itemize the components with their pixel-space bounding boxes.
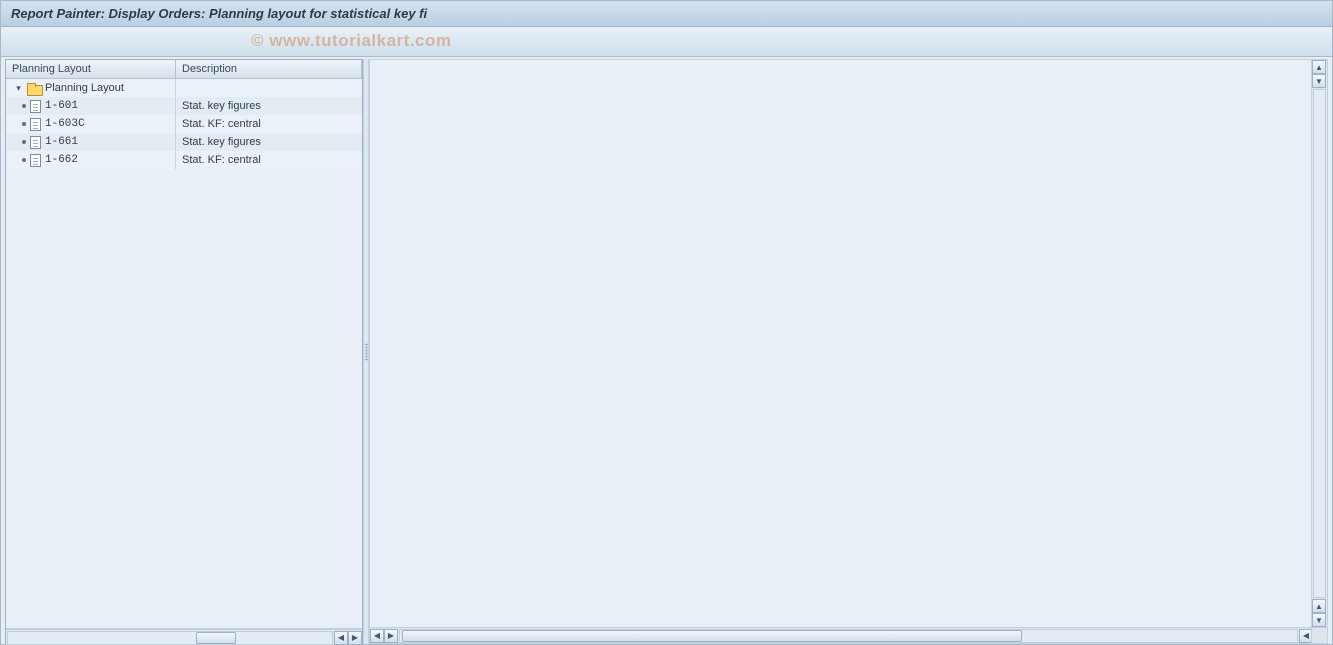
vertical-scrollbar[interactable]: ▲ ▼ ▲ ▼ [1311,60,1327,627]
splitter-grip-icon [365,343,368,361]
work-area: Planning Layout Description ▾ Planning L… [1,57,1332,644]
tree-item-desc: Stat. key figures [176,100,362,112]
scroll-left-icon[interactable]: ◀ [334,631,348,645]
tree-body: ▾ Planning Layout 1-601 Stat. key figure… [6,79,362,629]
scroll-up-icon[interactable]: ▲ [1312,599,1326,613]
tree-item-desc: Stat. key figures [176,136,362,148]
tree-col-layout[interactable]: Planning Layout [6,60,176,78]
scrollbar-thumb[interactable] [196,632,236,644]
document-icon [30,118,41,131]
tree-item-code: 1-662 [45,154,78,166]
scrollbar-track[interactable] [399,629,1298,643]
scroll-down-icon[interactable]: ▼ [1312,74,1326,88]
toolbar: © www.tutorialkart.com [1,27,1332,57]
collapse-icon[interactable]: ▾ [14,84,23,93]
scroll-down-icon[interactable]: ▼ [1312,613,1326,627]
folder-open-icon [27,83,41,94]
document-icon [30,136,41,149]
tree-item[interactable]: 1-603C Stat. KF: central [6,115,362,133]
scrollbar-track[interactable] [7,631,333,645]
scroll-right-icon[interactable]: ▶ [384,629,398,643]
tree-panel: Planning Layout Description ▾ Planning L… [5,59,363,645]
scrollbar-corner [1311,627,1327,643]
tree-item-desc: Stat. KF: central [176,118,362,130]
tree-item[interactable]: 1-662 Stat. KF: central [6,151,362,169]
scroll-right-icon[interactable]: ▶ [348,631,362,645]
tree-item[interactable]: 1-601 Stat. key figures [6,97,362,115]
tree-root-row[interactable]: ▾ Planning Layout [6,79,362,97]
page-title: Report Painter: Display Orders: Planning… [11,6,427,21]
tree-item[interactable]: 1-661 Stat. key figures [6,133,362,151]
tree-col-description[interactable]: Description [176,60,362,78]
scrollbar-track[interactable] [1313,89,1326,598]
tree-item-code: 1-601 [45,100,78,112]
content-canvas [370,60,1327,643]
tree-header: Planning Layout Description [6,60,362,79]
watermark: © www.tutorialkart.com [251,31,451,51]
scroll-left-icon[interactable]: ◀ [370,629,384,643]
tree-horizontal-scrollbar[interactable]: ◀ ▶ [6,629,362,645]
app-window: Report Painter: Display Orders: Planning… [0,0,1333,645]
document-icon [30,100,41,113]
tree-item-code: 1-603C [45,118,85,130]
tree-item-desc: Stat. KF: central [176,154,362,166]
bullet-icon [22,122,26,126]
tree-item-code: 1-661 [45,136,78,148]
content-panel: ▲ ▼ ▲ ▼ ◀ ▶ ◀ ▶ [369,59,1328,644]
document-icon [30,154,41,167]
tree-root-label: Planning Layout [45,82,124,94]
bullet-icon [22,140,26,144]
bullet-icon [22,158,26,162]
title-bar: Report Painter: Display Orders: Planning… [1,1,1332,27]
horizontal-scrollbar[interactable]: ◀ ▶ ◀ ▶ [370,627,1327,643]
scroll-up-icon[interactable]: ▲ [1312,60,1326,74]
bullet-icon [22,104,26,108]
scrollbar-thumb[interactable] [402,630,1022,642]
